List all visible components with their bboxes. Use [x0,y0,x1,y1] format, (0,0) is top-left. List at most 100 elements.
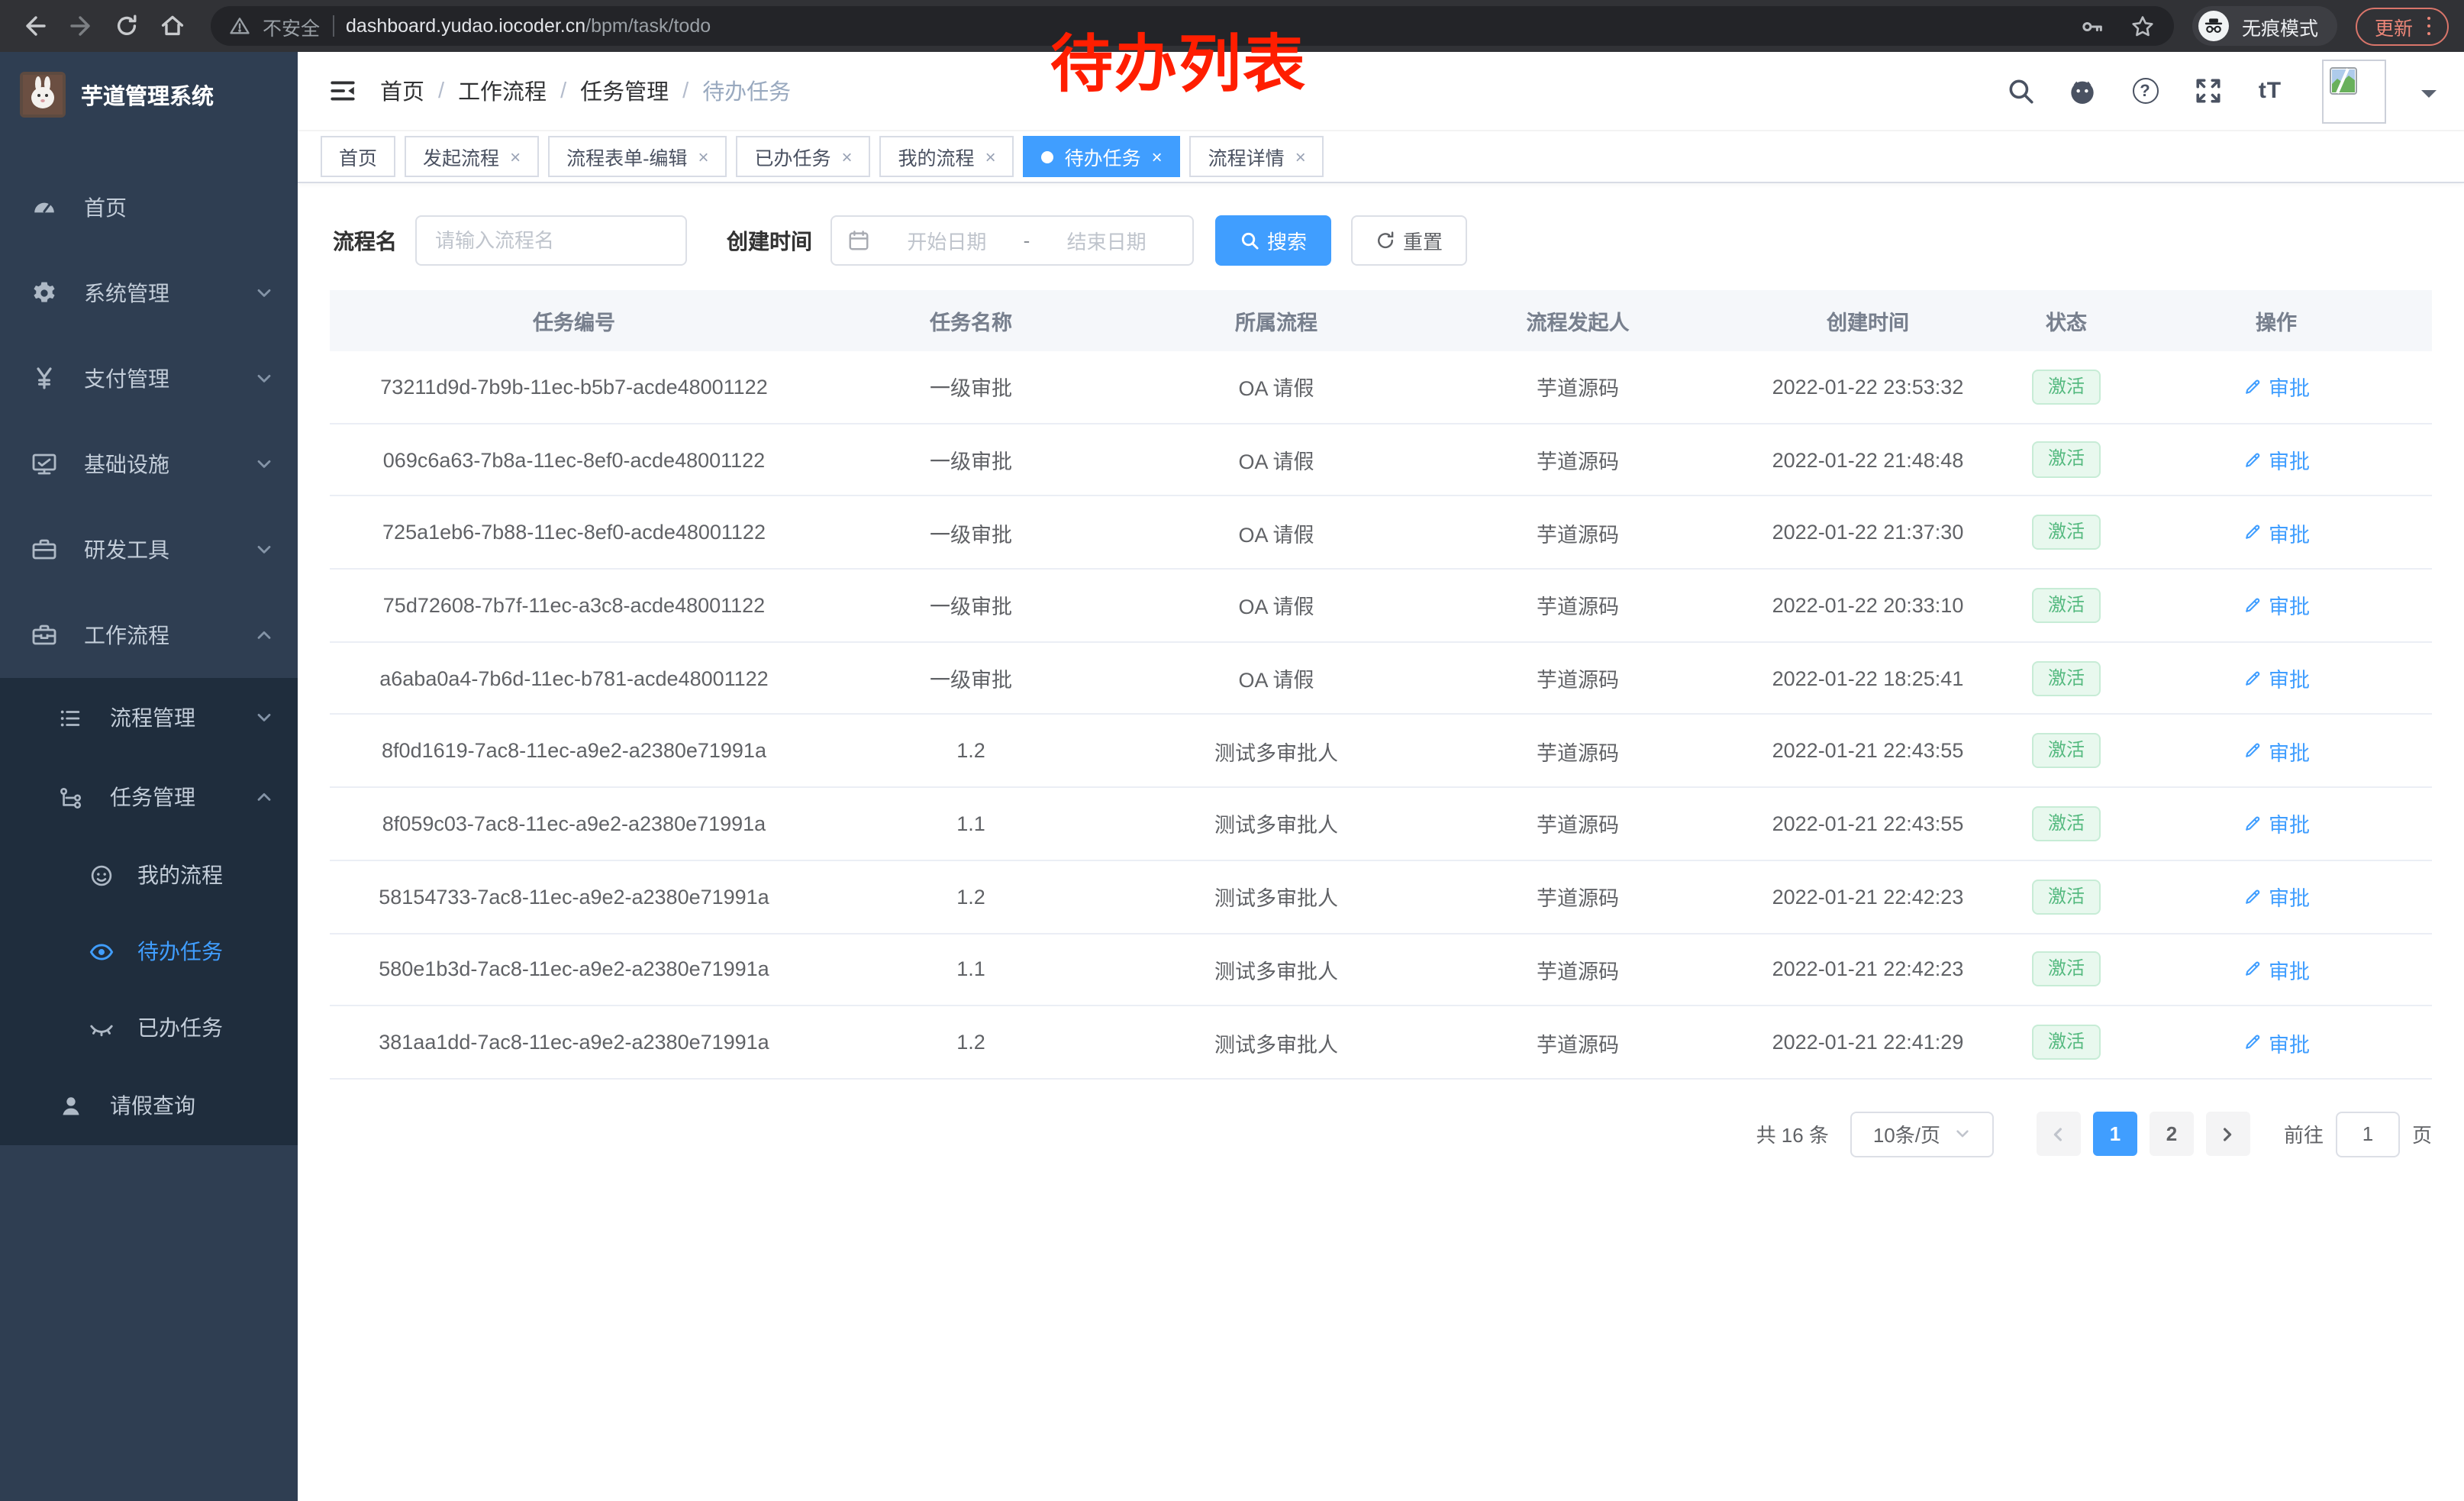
sidebar-item-devtools[interactable]: 研发工具 [0,507,298,592]
search-icon [1240,231,1259,250]
status-cell: 激活 [2009,588,2124,623]
status-badge: 激活 [2033,442,2100,477]
incognito-badge: 无痕模式 [2193,6,2338,46]
edit-pencil-icon [2243,960,2262,980]
close-icon[interactable]: × [1295,147,1306,166]
task-id-cell: 381aa1dd-7ac8-11ec-a9e2-a2380e71991a [330,1031,818,1054]
github-icon[interactable] [2062,71,2102,111]
bookmark-star-icon[interactable] [2130,13,2156,39]
sidebar-item-process-mgmt[interactable]: 流程管理 [0,678,298,757]
tab-start-process[interactable]: 发起流程 × [405,136,539,177]
avatar-caret-icon[interactable] [2421,89,2437,105]
tab-form-edit[interactable]: 流程表单-编辑 × [548,136,727,177]
date-range-input[interactable]: 开始日期 - 结束日期 [830,215,1194,266]
sidebar-item-todo-task[interactable]: 待办任务 [0,913,298,989]
key-icon[interactable] [2080,13,2106,39]
chevron-down-icon [255,455,273,473]
sidebar-item-home[interactable]: 首页 [0,165,298,250]
starter-cell: 芋道源码 [1429,736,1727,767]
sidebar-item-leave-query[interactable]: 请假查询 [0,1066,298,1145]
breadcrumb-separator: / [438,79,444,103]
approve-link[interactable]: 审批 [2243,736,2310,767]
tab-process-detail[interactable]: 流程详情 × [1190,136,1324,177]
search-icon[interactable] [2000,71,2040,111]
approve-link[interactable]: 审批 [2243,881,2310,912]
prev-page-button[interactable] [2037,1112,2081,1157]
table-row: 73211d9d-7b9b-11ec-b5b7-acde48001122 一级审… [330,351,2432,424]
starter-cell: 芋道源码 [1429,809,1727,839]
approve-link[interactable]: 审批 [2243,517,2310,547]
tab-todo-task-active[interactable]: 待办任务 × [1024,136,1181,177]
security-label: 不安全 [263,11,320,40]
logo-image [20,72,66,118]
task-name-cell: 1.1 [818,812,1124,835]
url-path: /bpm/task/todo [585,15,711,37]
sidebar-item-infrastructure[interactable]: 基础设施 [0,421,298,507]
table-row: 069c6a63-7b8a-11ec-8ef0-acde48001122 一级审… [330,424,2432,496]
tab-done-task[interactable]: 已办任务 × [736,136,870,177]
fullscreen-icon[interactable] [2188,71,2227,111]
close-icon[interactable]: × [842,147,853,166]
goto-page-input[interactable] [2336,1112,2400,1157]
kebab-menu-icon[interactable] [2427,17,2430,36]
breadcrumb-task-mgmt[interactable]: 任务管理 [580,75,669,107]
chevron-down-icon [1954,1126,1971,1143]
start-date-placeholder: 开始日期 [876,226,1018,255]
edit-pencil-icon [2243,814,2262,834]
task-name-cell: 一级审批 [818,372,1124,402]
close-icon[interactable]: × [510,147,521,166]
close-icon[interactable]: × [698,147,708,166]
browser-update-button[interactable]: 更新 [2356,7,2449,45]
sidebar-item-system[interactable]: 系统管理 [0,250,298,336]
sidebar-item-task-mgmt[interactable]: 任务管理 [0,757,298,837]
breadcrumb-workflow[interactable]: 工作流程 [458,75,547,107]
total-count: 共 16 条 [1756,1120,1829,1149]
page-content: 流程名 创建时间 开始日期 - 结束日期 搜索 重 [298,183,2464,1501]
forward-icon[interactable] [61,6,101,46]
search-button[interactable]: 搜索 [1215,215,1331,266]
action-cell: 审批 [2124,1027,2429,1057]
sidebar-item-done-task[interactable]: 已办任务 [0,989,298,1066]
page-1-button[interactable]: 1 [2093,1112,2137,1157]
reload-icon[interactable] [107,6,147,46]
edit-pencil-icon [2243,377,2262,397]
breadcrumb-home[interactable]: 首页 [380,75,424,107]
home-icon[interactable] [153,6,192,46]
sidebar-collapse-icon[interactable] [328,76,357,105]
chevron-down-icon [255,370,273,388]
font-size-icon[interactable]: tT [2250,71,2290,111]
tab-home[interactable]: 首页 [321,136,395,177]
action-cell: 审批 [2124,736,2429,767]
create-time-cell: 2022-01-22 18:25:41 [1727,667,2009,689]
close-icon[interactable]: × [985,147,996,166]
reset-button[interactable]: 重置 [1351,215,1467,266]
sidebar-item-my-process[interactable]: 我的流程 [0,837,298,913]
refresh-icon [1376,231,1395,250]
annotation-todo-list: 待办列表 [1050,12,1307,104]
back-icon[interactable] [15,6,55,46]
sidebar-item-workflow[interactable]: 工作流程 [0,592,298,678]
tab-my-process[interactable]: 我的流程 × [880,136,1014,177]
table-row: 381aa1dd-7ac8-11ec-a9e2-a2380e71991a 1.2… [330,1006,2432,1079]
chevron-down-icon [255,709,273,727]
approve-link[interactable]: 审批 [2243,954,2310,985]
process-name-input[interactable] [415,215,687,266]
close-icon[interactable]: × [1152,147,1163,166]
next-page-button[interactable] [2206,1112,2250,1157]
approve-link[interactable]: 审批 [2243,663,2310,693]
approve-link[interactable]: 审批 [2243,444,2310,475]
approve-link[interactable]: 审批 [2243,1027,2310,1057]
approve-link[interactable]: 审批 [2243,809,2310,839]
starter-cell: 芋道源码 [1429,372,1727,402]
process-cell: OA 请假 [1124,663,1429,693]
approve-link[interactable]: 审批 [2243,590,2310,621]
avatar[interactable] [2322,59,2386,123]
approve-link[interactable]: 审批 [2243,372,2310,402]
page-2-button[interactable]: 2 [2150,1112,2194,1157]
task-id-cell: 58154733-7ac8-11ec-a9e2-a2380e71991a [330,885,818,908]
sidebar-item-payment[interactable]: 支付管理 [0,336,298,421]
app-logo[interactable]: 芋道管理系统 [0,52,298,137]
page-size-select[interactable]: 10条/页 [1850,1112,1994,1157]
help-icon[interactable]: ? [2125,71,2165,111]
briefcase-icon [31,536,58,563]
